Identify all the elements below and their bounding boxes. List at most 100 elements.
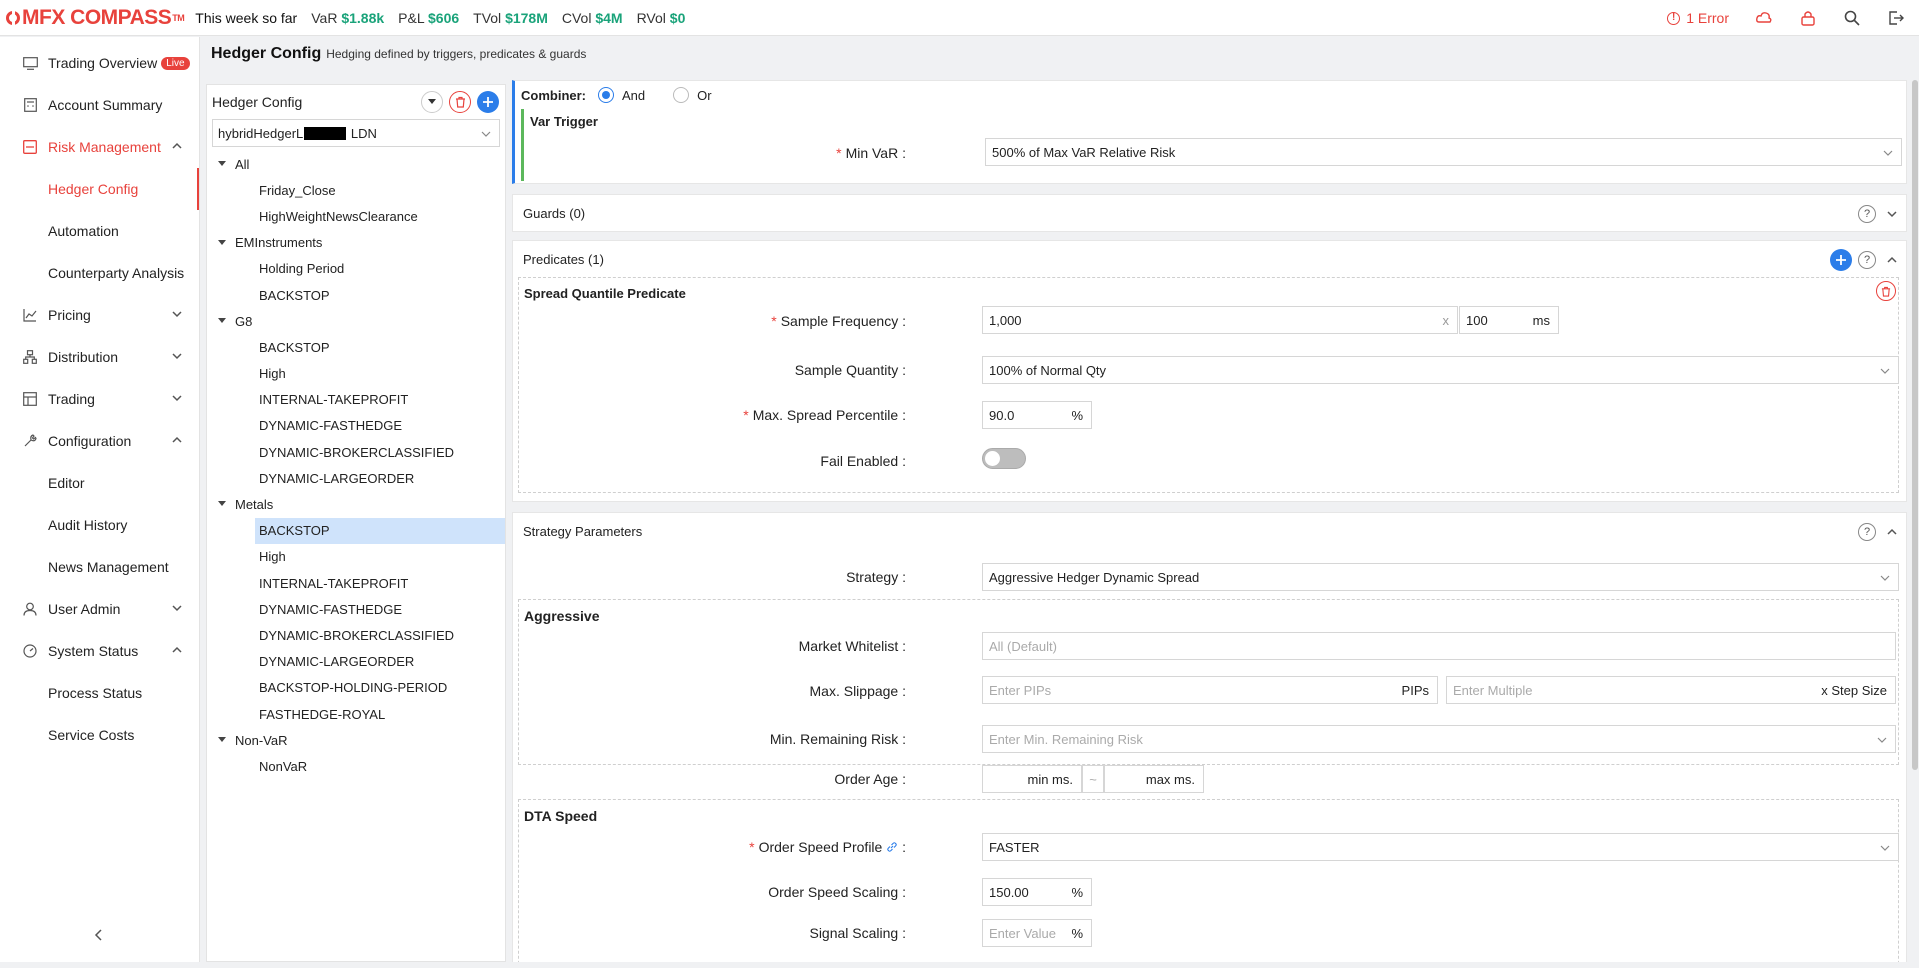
hedger-select[interactable]: hybridHedgerL LDN bbox=[212, 119, 500, 147]
hedger-tree-panel: Hedger Config hybridHedgerL LDN All Frid… bbox=[206, 84, 506, 962]
tree-item[interactable]: Holding Period bbox=[207, 256, 505, 282]
order-speed-profile-label: * Order Speed Profile : bbox=[749, 839, 906, 855]
min-var-select[interactable]: 500% of Max VaR Relative Risk bbox=[985, 138, 1902, 166]
tree-group[interactable]: Non-VaR bbox=[207, 727, 505, 753]
tree-item[interactable]: High bbox=[207, 544, 505, 570]
radio-or[interactable] bbox=[673, 87, 690, 103]
tree-item[interactable]: BACKSTOP bbox=[207, 334, 505, 360]
tree-item[interactable]: DYNAMIC-LARGEORDER bbox=[207, 465, 505, 491]
order-speed-scaling-input[interactable]: 150.00 % bbox=[982, 878, 1092, 906]
sidebar-item-trading[interactable]: Trading bbox=[0, 378, 199, 420]
tree-item[interactable]: DYNAMIC-LARGEORDER bbox=[207, 649, 505, 675]
logout-icon[interactable] bbox=[1887, 9, 1905, 27]
guards-title: Guards (0) bbox=[523, 206, 586, 221]
tree-item[interactable]: HighWeightNewsClearance bbox=[207, 203, 505, 229]
sidebar-item-service-costs[interactable]: Service Costs bbox=[0, 714, 199, 756]
signal-scaling-input[interactable]: Enter Value % bbox=[982, 919, 1092, 947]
order-age-min-input[interactable]: min ms. bbox=[982, 765, 1082, 793]
page-title: Hedger Config bbox=[211, 45, 322, 62]
error-indicator[interactable]: ! 1 Error bbox=[1667, 10, 1729, 26]
strategy-select[interactable]: Aggressive Hedger Dynamic Spread bbox=[982, 563, 1899, 591]
sidebar-item-distribution[interactable]: Distribution bbox=[0, 336, 199, 378]
sidebar-item-risk-management[interactable]: Risk Management bbox=[0, 126, 199, 168]
tree-item[interactable]: DYNAMIC-FASTHEDGE bbox=[207, 596, 505, 622]
help-icon[interactable]: ? bbox=[1858, 251, 1876, 269]
sidebar-item-pricing[interactable]: Pricing bbox=[0, 294, 199, 336]
add-predicate-button[interactable] bbox=[1830, 249, 1852, 271]
dropdown-button[interactable] bbox=[421, 91, 443, 113]
market-whitelist-label: Market Whitelist : bbox=[798, 638, 906, 654]
max-spread-input[interactable]: 90.0 % bbox=[982, 401, 1092, 429]
strategy-card: Strategy Parameters ? Strategy : Aggress… bbox=[512, 512, 1907, 962]
sidebar-item-automation[interactable]: Automation bbox=[0, 210, 199, 252]
collapse-sidebar-icon[interactable] bbox=[92, 928, 106, 942]
page-subtitle: Hedging defined by triggers, predicates … bbox=[326, 47, 587, 61]
sidebar-item-counterparty-analysis[interactable]: Counterparty Analysis bbox=[0, 252, 199, 294]
help-icon[interactable]: ? bbox=[1858, 205, 1876, 223]
tree-group[interactable]: EMInstruments bbox=[207, 230, 505, 256]
fail-enabled-toggle[interactable] bbox=[982, 448, 1026, 469]
tree-item[interactable]: BACKSTOP bbox=[207, 282, 505, 308]
order-speed-profile-select[interactable]: FASTER bbox=[982, 833, 1899, 861]
radio-and[interactable] bbox=[598, 87, 614, 103]
sidebar: Trading Overview Live Account Summary Ris… bbox=[0, 37, 200, 962]
max-slippage-pips-input[interactable]: Enter PIPs PIPs bbox=[982, 676, 1438, 704]
sample-quantity-select[interactable]: 100% of Normal Qty bbox=[982, 356, 1899, 384]
tree-item-selected[interactable]: BACKSTOP bbox=[255, 517, 505, 544]
predicate-name: Spread Quantile Predicate bbox=[524, 286, 686, 301]
sidebar-item-user-admin[interactable]: User Admin bbox=[0, 588, 199, 630]
sidebar-item-system-status[interactable]: System Status bbox=[0, 630, 199, 672]
tree-group[interactable]: G8 bbox=[207, 308, 505, 334]
tree-item[interactable]: Friday_Close bbox=[207, 177, 505, 203]
link-icon[interactable] bbox=[886, 841, 898, 853]
tree-group[interactable]: Metals bbox=[207, 491, 505, 517]
tree-item[interactable]: FASTHEDGE-ROYAL bbox=[207, 701, 505, 727]
calculator-icon bbox=[22, 97, 38, 113]
tree-item[interactable]: High bbox=[207, 361, 505, 387]
sidebar-item-news-management[interactable]: News Management bbox=[0, 546, 199, 588]
tree-item[interactable]: DYNAMIC-BROKERCLASSIFIED bbox=[207, 439, 505, 465]
tree-group[interactable]: All bbox=[207, 151, 505, 177]
main-scrollbar[interactable] bbox=[1911, 80, 1919, 940]
scrollbar-thumb[interactable] bbox=[1912, 80, 1918, 770]
app-logo[interactable]: MFX COMPASS TM bbox=[6, 6, 185, 30]
max-slippage-multiple-input[interactable]: Enter Multiple x Step Size bbox=[1446, 676, 1896, 704]
error-icon: ! bbox=[1667, 11, 1681, 25]
add-button[interactable] bbox=[477, 91, 499, 113]
caret-down-icon bbox=[218, 318, 226, 324]
chevron-down-icon[interactable] bbox=[1886, 208, 1898, 220]
tree-item[interactable]: INTERNAL-TAKEPROFIT bbox=[207, 570, 505, 596]
min-remaining-select[interactable]: Enter Min. Remaining Risk bbox=[982, 725, 1896, 753]
lock-icon[interactable] bbox=[1799, 9, 1817, 27]
tree-item[interactable]: INTERNAL-TAKEPROFIT bbox=[207, 387, 505, 413]
sample-frequency-ms-input[interactable]: 100 ms bbox=[1459, 306, 1559, 334]
sidebar-item-editor[interactable]: Editor bbox=[0, 462, 199, 504]
tree-item[interactable]: DYNAMIC-FASTHEDGE bbox=[207, 413, 505, 439]
market-whitelist-input[interactable]: All (Default) bbox=[982, 632, 1896, 660]
monitor-icon bbox=[22, 55, 38, 71]
guards-card[interactable]: Guards (0) ? bbox=[512, 194, 1907, 232]
chevron-up-icon[interactable] bbox=[1886, 254, 1898, 266]
sidebar-item-process-status[interactable]: Process Status bbox=[0, 672, 199, 714]
search-icon[interactable] bbox=[1843, 9, 1861, 27]
tree-item[interactable]: BACKSTOP-HOLDING-PERIOD bbox=[207, 675, 505, 701]
sidebar-item-audit-history[interactable]: Audit History bbox=[0, 504, 199, 546]
trading-icon bbox=[22, 391, 38, 407]
delete-button[interactable] bbox=[449, 91, 471, 113]
help-icon[interactable]: ? bbox=[1858, 523, 1876, 541]
order-age-max-input[interactable]: max ms. bbox=[1104, 765, 1204, 793]
cloud-icon[interactable] bbox=[1755, 9, 1773, 27]
chevron-up-icon[interactable] bbox=[1886, 526, 1898, 538]
delete-predicate-button[interactable] bbox=[1876, 281, 1896, 301]
caret-down-icon bbox=[218, 239, 226, 245]
metric-pnl: P&L $606 bbox=[398, 9, 460, 26]
tree-item[interactable]: NonVaR bbox=[207, 753, 505, 779]
sidebar-item-account-summary[interactable]: Account Summary bbox=[0, 84, 199, 126]
sidebar-item-hedger-config[interactable]: Hedger Config bbox=[0, 168, 199, 210]
sidebar-item-trading-overview[interactable]: Trading Overview Live bbox=[0, 42, 199, 84]
tree-item[interactable]: DYNAMIC-BROKERCLASSIFIED bbox=[207, 622, 505, 648]
metric-var: VaR $1.88k bbox=[311, 9, 385, 26]
redacted-block bbox=[304, 126, 347, 140]
sidebar-item-configuration[interactable]: Configuration bbox=[0, 420, 199, 462]
sample-frequency-input[interactable]: 1,000 x bbox=[982, 306, 1458, 334]
